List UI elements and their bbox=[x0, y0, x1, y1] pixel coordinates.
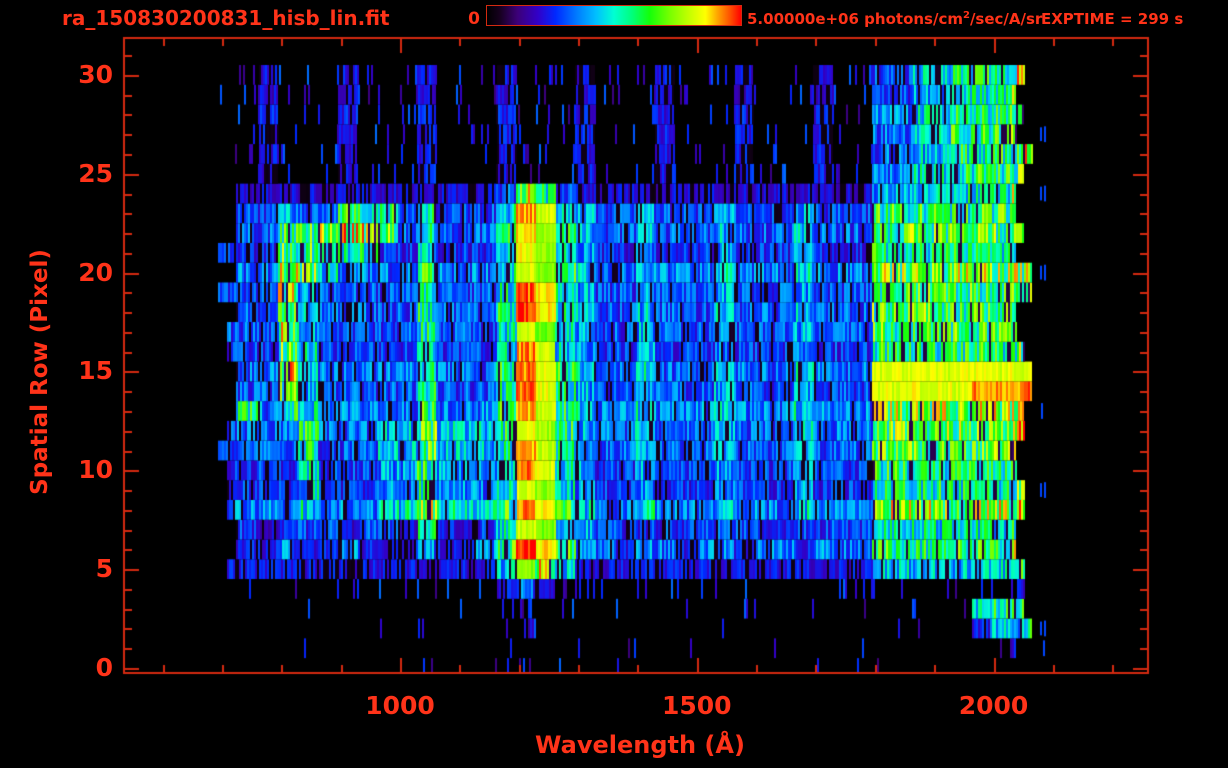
y-tick-label: 25 bbox=[78, 158, 113, 188]
exptime-label: EXPTIME = 299 s bbox=[1041, 10, 1184, 28]
colorbar-units-exponent: 2 bbox=[962, 10, 970, 21]
x-tick-label: 1500 bbox=[661, 691, 732, 720]
y-tick-label: 0 bbox=[95, 653, 113, 682]
colorbar-units-suffix: /sec/A/sr bbox=[969, 10, 1043, 28]
y-tick-label: 15 bbox=[78, 356, 113, 386]
plot-title: ra_150830200831_hisb_lin.fit bbox=[62, 6, 390, 30]
y-tick-label: 30 bbox=[78, 59, 113, 89]
idl-plot-window: { "palette": { "background": "#000000", … bbox=[0, 0, 1228, 768]
y-tick-label: 20 bbox=[78, 257, 113, 287]
colorbar-gradient bbox=[486, 5, 742, 26]
x-tick-label: 2000 bbox=[958, 691, 1029, 720]
spectrogram-heatmap-canvas bbox=[0, 0, 1228, 768]
colorbar-units-prefix: photons/cm bbox=[864, 10, 963, 28]
x-axis-title: Wavelength (Å) bbox=[535, 731, 745, 759]
colorbar-max-label: 5.00000e+06 photons/cm2/sec/A/sr bbox=[747, 10, 1042, 28]
y-axis-title: Spatial Row (Pixel) bbox=[27, 249, 53, 495]
colorbar-max-value: 5.00000e+06 bbox=[747, 10, 859, 28]
x-tick-label: 1000 bbox=[365, 691, 435, 720]
y-tick-label: 5 bbox=[95, 554, 113, 584]
colorbar-min-label: 0 bbox=[468, 9, 480, 29]
y-tick-label: 10 bbox=[78, 455, 113, 485]
